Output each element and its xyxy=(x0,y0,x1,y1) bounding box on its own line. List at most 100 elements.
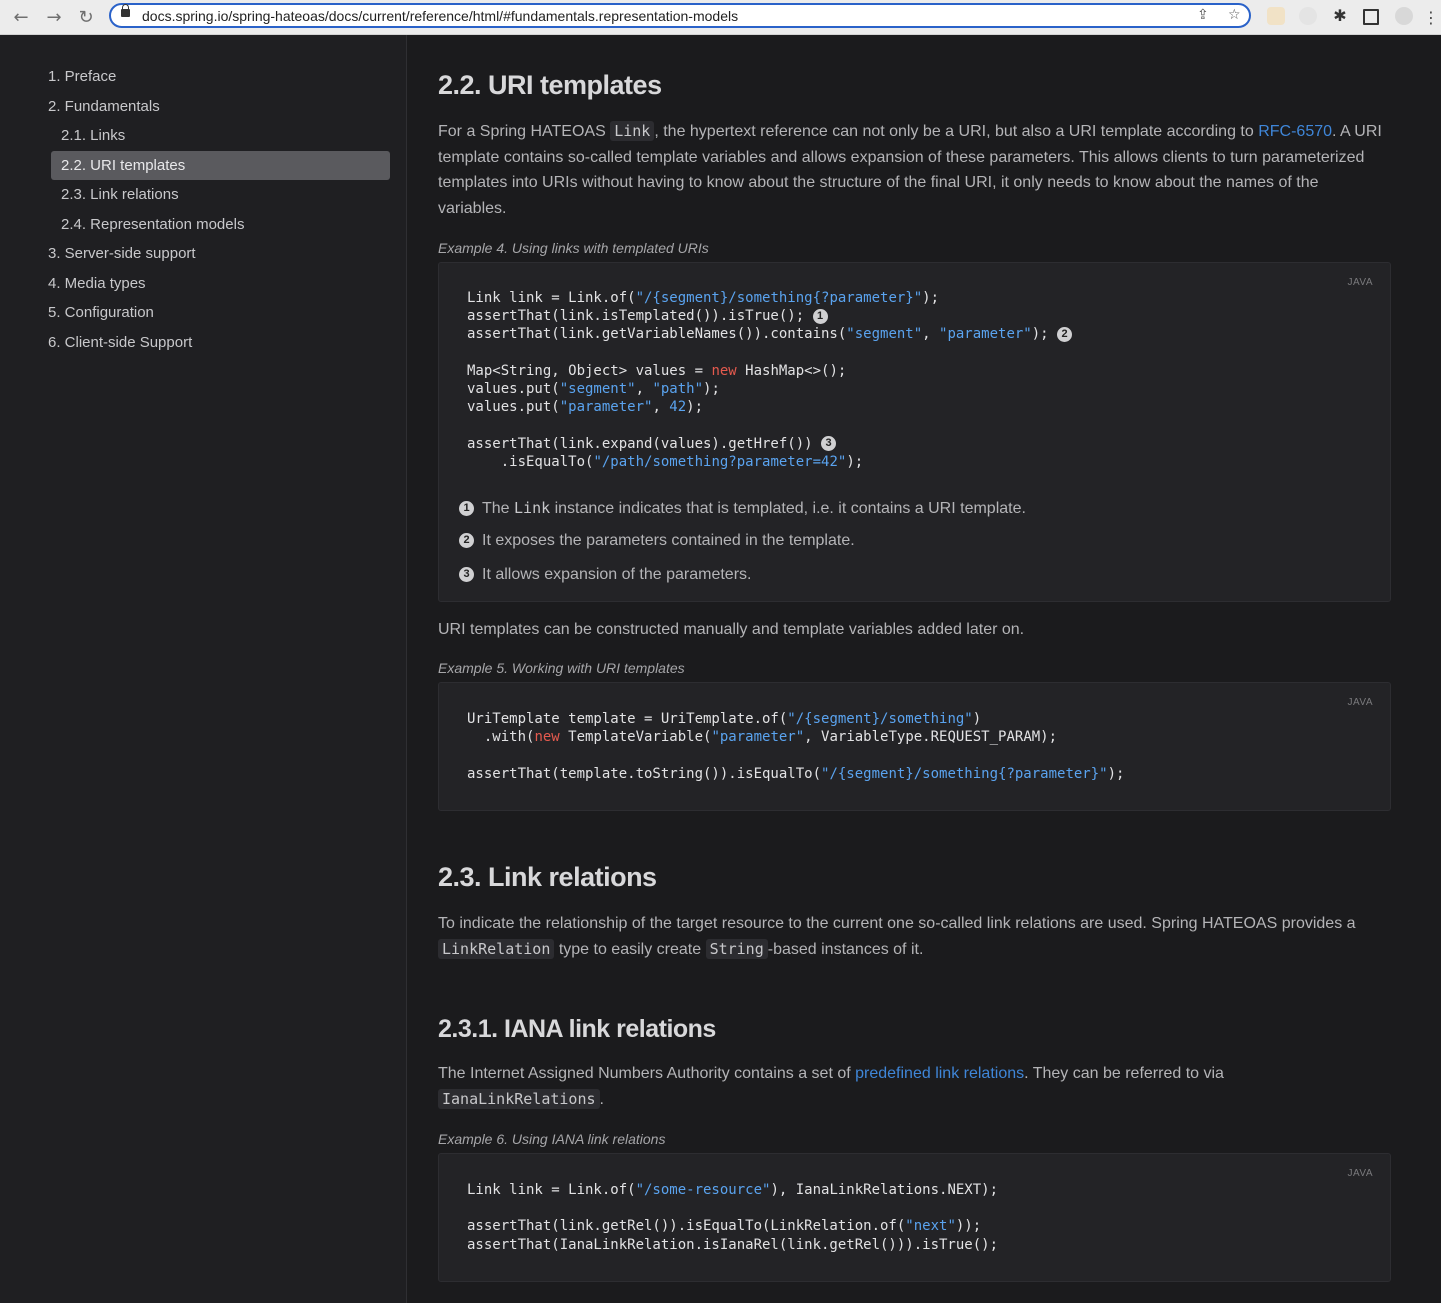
code-string: "parameter" xyxy=(559,399,653,416)
inline-code-string: String xyxy=(705,938,768,959)
forward-icon[interactable]: → xyxy=(42,5,66,29)
code-string: "/some-resource" xyxy=(635,1182,771,1198)
callout-number: 3 xyxy=(459,567,474,583)
extension-icon[interactable] xyxy=(1299,7,1317,25)
extensions-puzzle-icon[interactable]: ✱ xyxy=(1331,7,1349,25)
reload-icon[interactable]: ↻ xyxy=(74,5,98,29)
example-6-codeblock: JAVA Link link = Link.of("/some-resource… xyxy=(438,1153,1391,1282)
language-label: JAVA xyxy=(1347,277,1373,288)
callout-text: The xyxy=(482,500,515,517)
example-5-codeblock: JAVA UriTemplate template = UriTemplate.… xyxy=(438,682,1391,811)
code-token: ), IanaLinkRelations.NEXT); xyxy=(770,1182,999,1198)
code-token: , xyxy=(635,381,653,398)
code-string: 42 xyxy=(669,399,687,416)
toc-item-fundamentals[interactable]: 2. Fundamentals xyxy=(48,98,160,115)
toc-item-links[interactable]: 2.1. Links xyxy=(61,127,125,144)
toc-item-uri-templates[interactable]: 2.2. URI templates xyxy=(51,151,390,180)
section-heading-iana-link-relations: 2.3.1. IANA link relations xyxy=(438,1015,716,1043)
code-token: ); xyxy=(1107,765,1125,782)
code-token: , xyxy=(652,399,670,416)
callout-marker: 2 xyxy=(1057,326,1073,342)
extension-icon[interactable] xyxy=(1267,7,1285,25)
code-token: ); xyxy=(1031,326,1058,343)
code-string: "/{segment}/something" xyxy=(787,711,973,727)
toc-item-link-relations[interactable]: 2.3. Link relations xyxy=(61,186,179,203)
table-of-contents: 1. Preface 2. Fundamentals 2.1. Links 2.… xyxy=(0,35,407,1303)
predefined-link-relations-link[interactable]: predefined link relations xyxy=(855,1065,1024,1082)
code-string: "segment" xyxy=(559,381,636,398)
code-token: assertThat(link.getVariableNames()).cont… xyxy=(467,326,847,343)
code-line: Link link = Link.of("/{segment}/somethin… xyxy=(467,290,939,306)
callout-marker: 1 xyxy=(812,308,828,324)
example-4-caption: Example 4. Using links with templated UR… xyxy=(438,240,709,256)
code-token: ); xyxy=(703,381,720,398)
menu-kebab-icon[interactable]: ⋮ xyxy=(1423,5,1439,29)
code-string: "/{segment}/something{?parameter}" xyxy=(635,290,923,306)
code-token: assertThat(template.toString()).isEqualT… xyxy=(467,765,822,782)
side-panel-icon[interactable] xyxy=(1363,9,1379,25)
toc-item-representation-models[interactable]: 2.4. Representation models xyxy=(61,216,244,233)
inline-code-linkrelation: LinkRelation xyxy=(438,938,555,959)
link-relations-text: To indicate the relationship of the targ… xyxy=(438,911,1383,962)
inline-code-ianalinkrelations: IanaLinkRelations xyxy=(438,1088,600,1109)
toc-item-configuration[interactable]: 5. Configuration xyxy=(48,304,154,321)
code-line: .isEqualTo("/path/something?parameter=42… xyxy=(467,454,863,470)
code-token: assertThat(IanaLinkRelation.isIanaRel(li… xyxy=(467,1236,999,1253)
code-token: ); xyxy=(686,399,704,416)
code-token: )); xyxy=(955,1218,982,1235)
code-string: "next" xyxy=(905,1218,956,1235)
language-label: JAVA xyxy=(1347,1168,1373,1179)
code-line: UriTemplate template = UriTemplate.of("/… xyxy=(467,711,981,727)
code-line: assertThat(link.expand(values).getHref()… xyxy=(467,435,837,452)
toc-item-media-types[interactable]: 4. Media types xyxy=(48,275,146,292)
code-string: "/path/something?parameter=42" xyxy=(593,453,847,470)
lock-icon xyxy=(121,4,130,17)
content: 2.2. URI templates For a Spring HATEOAS … xyxy=(407,35,1441,1303)
code-listing: UriTemplate template = UriTemplate.of("/… xyxy=(467,710,1124,783)
body-text: -based instances of it. xyxy=(767,940,924,958)
code-line: assertThat(link.getRel()).isEqualTo(Link… xyxy=(467,1218,981,1234)
toc-item-client-side-support[interactable]: 6. Client-side Support xyxy=(48,334,192,351)
language-label: JAVA xyxy=(1347,697,1373,708)
profile-avatar[interactable] xyxy=(1395,7,1413,25)
body-text: To indicate the relationship of the targ… xyxy=(438,915,1356,932)
code-token: values.put( xyxy=(467,399,560,416)
intro-text: , the hypertext reference can not only b… xyxy=(654,123,1259,140)
code-keyword: new xyxy=(711,362,737,379)
callout-text: instance indicates that is templated, i.… xyxy=(550,500,1026,517)
code-string: "parameter" xyxy=(711,729,805,746)
inline-code-link: Link xyxy=(514,499,551,517)
code-line: assertThat(link.getVariableNames()).cont… xyxy=(467,326,1073,343)
bookmark-star-icon[interactable]: ☆ xyxy=(1228,7,1241,23)
toc-item-server-side-support[interactable]: 3. Server-side support xyxy=(48,245,196,262)
body-text: type to easily create xyxy=(554,940,706,958)
code-token: .with( xyxy=(467,729,535,746)
code-token: UriTemplate template = UriTemplate.of( xyxy=(467,711,788,727)
code-token: ) xyxy=(972,711,982,727)
callout-text: It allows expansion of the parameters. xyxy=(482,566,752,583)
body-text: . xyxy=(599,1090,604,1108)
code-string: "parameter" xyxy=(939,326,1032,343)
code-line: assertThat(template.toString()).isEqualT… xyxy=(467,766,1124,782)
toc-item-preface[interactable]: 1. Preface xyxy=(48,68,116,85)
example-6-caption: Example 6. Using IANA link relations xyxy=(438,1131,666,1147)
uri-templates-note: URI templates can be constructed manuall… xyxy=(438,621,1025,638)
browser-toolbar: ← → ↻ docs.spring.io/spring-hateoas/docs… xyxy=(0,0,1441,35)
rfc-6570-link[interactable]: RFC-6570 xyxy=(1258,123,1332,140)
code-token: ); xyxy=(922,290,940,306)
code-token: ); xyxy=(846,453,864,470)
code-listing: Link link = Link.of("/{segment}/somethin… xyxy=(467,289,1073,471)
code-line: values.put("parameter", 42); xyxy=(467,399,703,415)
code-listing: Link link = Link.of("/some-resource"), I… xyxy=(467,1181,998,1254)
back-icon[interactable]: ← xyxy=(9,5,33,29)
callout-3: 3 It allows expansion of the parameters. xyxy=(459,566,751,584)
share-icon[interactable]: ⇪ xyxy=(1197,7,1209,23)
code-token: values.put( xyxy=(467,381,560,398)
address-url[interactable]: docs.spring.io/spring-hateoas/docs/curre… xyxy=(142,8,738,24)
code-token: assertThat(link.isTemplated()).isTrue(); xyxy=(467,308,813,325)
code-token: assertThat(link.expand(values).getHref()… xyxy=(467,435,822,452)
code-token: Link link = Link.of( xyxy=(467,1182,636,1198)
address-bar[interactable]: docs.spring.io/spring-hateoas/docs/curre… xyxy=(109,3,1251,28)
body-text: The Internet Assigned Numbers Authority … xyxy=(438,1065,856,1082)
callout-text: It exposes the parameters contained in t… xyxy=(482,532,855,549)
